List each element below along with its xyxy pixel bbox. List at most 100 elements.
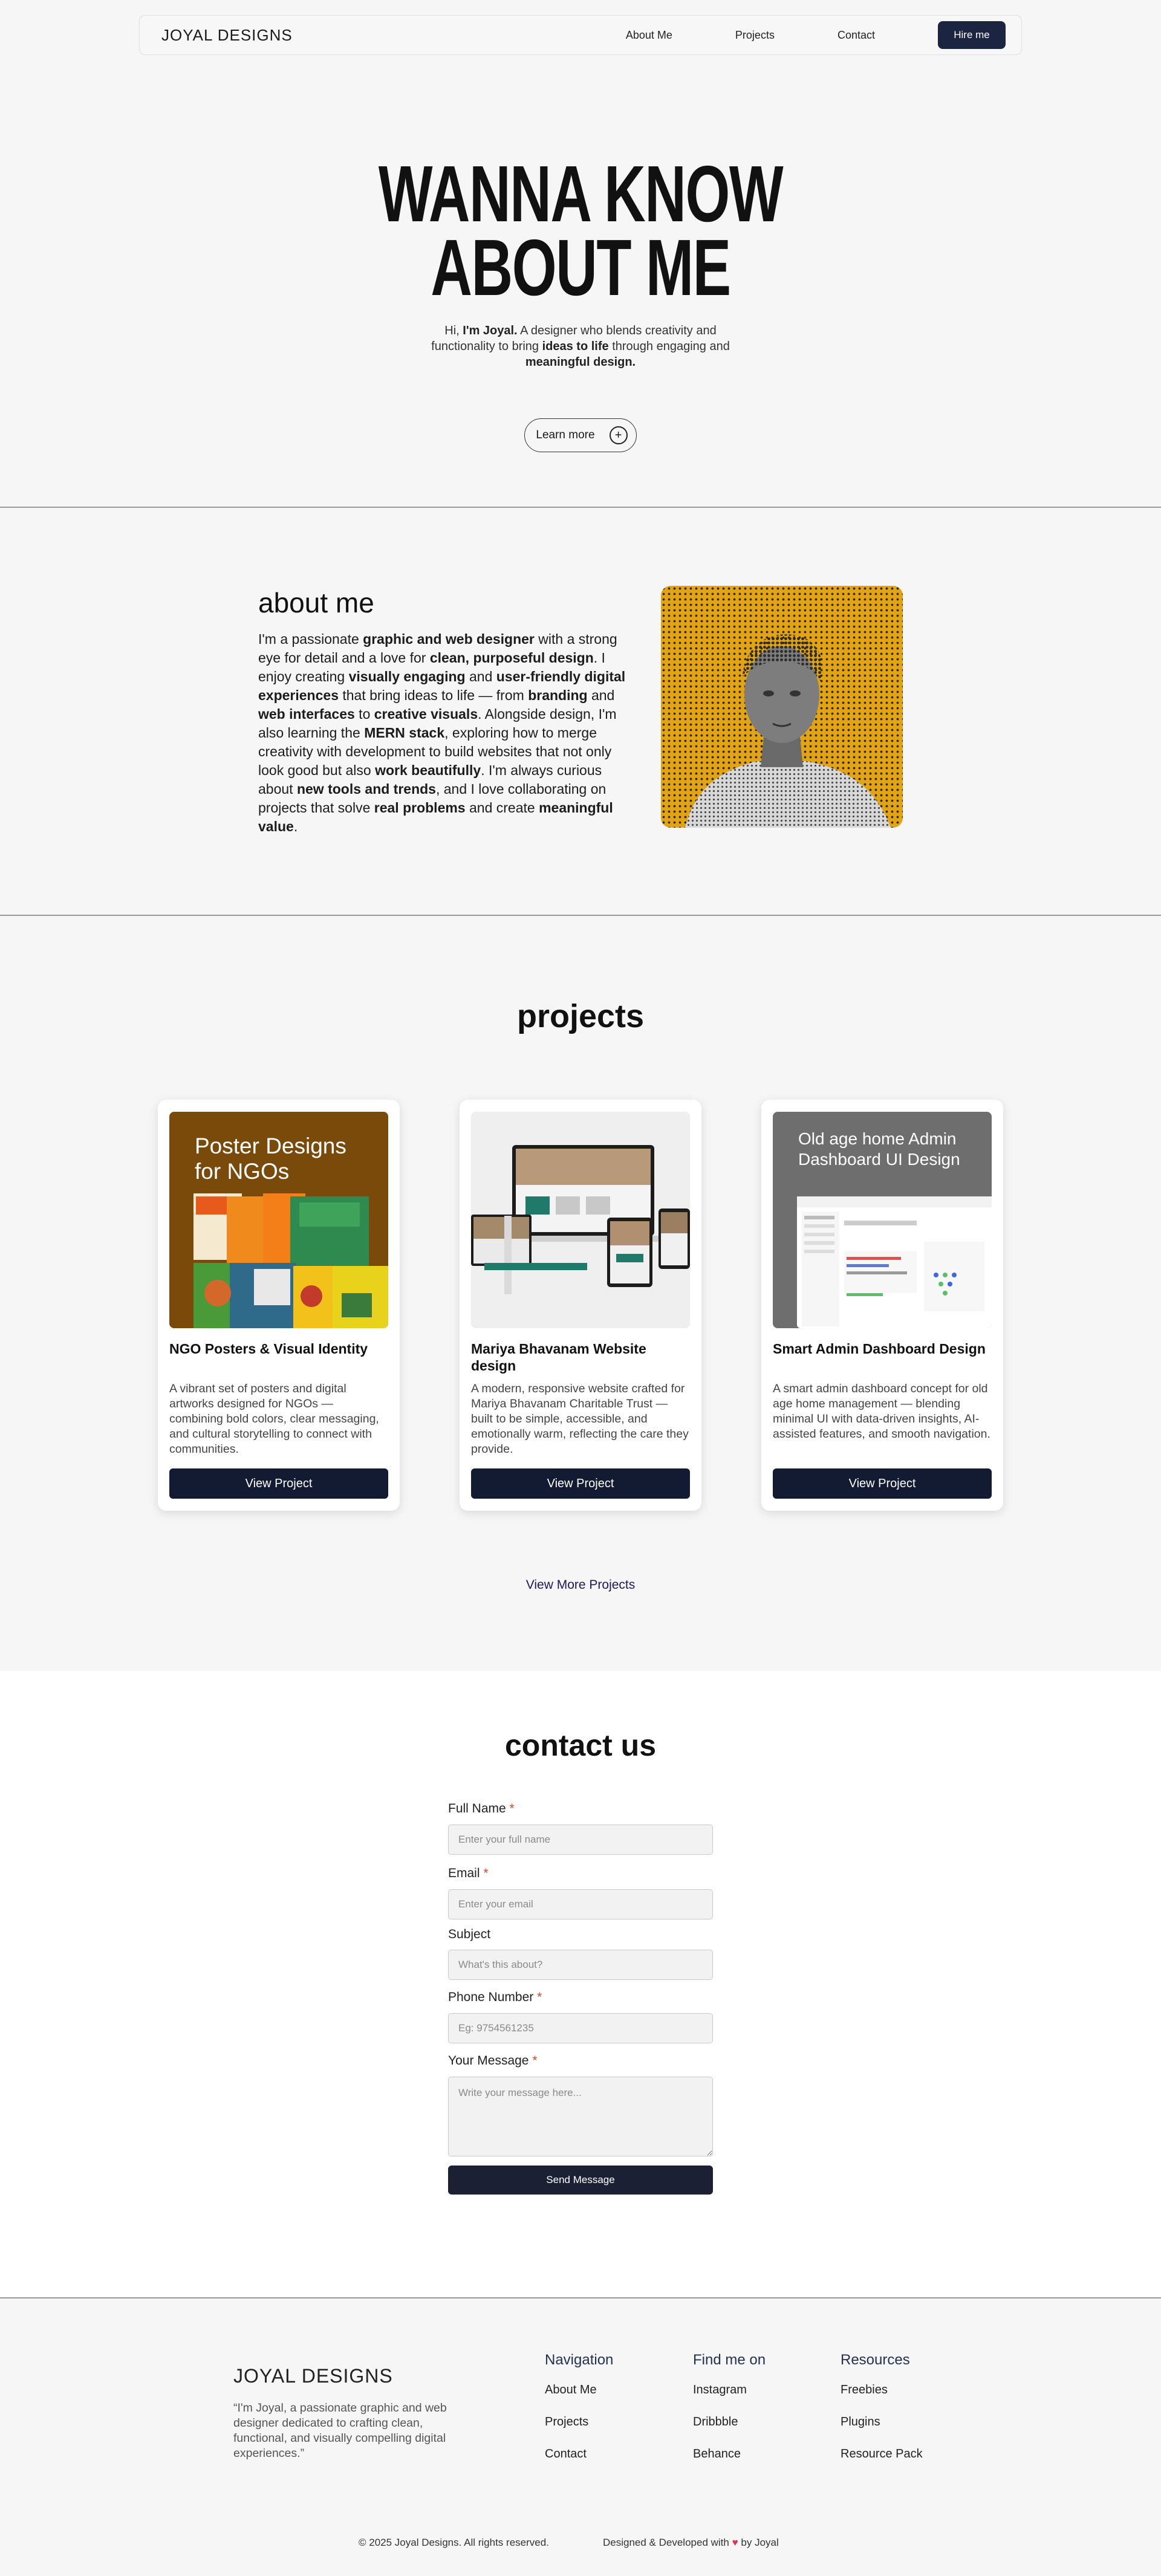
required-marker: * bbox=[509, 1802, 515, 1815]
footer-link-about[interactable]: About Me bbox=[545, 2383, 613, 2397]
project-thumbnail-website bbox=[471, 1112, 690, 1328]
footer-link-resource-pack[interactable]: Resource Pack bbox=[841, 2447, 923, 2461]
project-card: Mariya Bhavanam Website design A modern,… bbox=[460, 1100, 701, 1511]
subject-label: Subject bbox=[448, 1927, 490, 1942]
message-textarea[interactable] bbox=[448, 2077, 713, 2156]
view-project-button[interactable]: View Project bbox=[471, 1468, 690, 1499]
hero-title: WANNA KNOW ABOUT ME bbox=[163, 149, 998, 308]
top-navbar: JOYAL DESIGNS About Me Projects Contact … bbox=[139, 15, 1022, 55]
device-mockup-graphic bbox=[471, 1145, 690, 1294]
credit-pre: Designed & Developed with bbox=[603, 2537, 732, 2548]
learn-more-label: Learn more bbox=[536, 429, 595, 441]
label-text: Your Message bbox=[448, 2054, 529, 2068]
section-divider bbox=[0, 915, 1161, 916]
poster-collage-graphic bbox=[194, 1193, 388, 1328]
footer-link-plugins[interactable]: Plugins bbox=[841, 2415, 923, 2429]
message-label: Your Message * bbox=[448, 2054, 538, 2068]
about-highlight: web interfaces bbox=[258, 706, 355, 722]
project-title: NGO Posters & Visual Identity bbox=[169, 1341, 368, 1357]
about-highlight: branding bbox=[528, 687, 588, 703]
about-highlight: graphic and web designer bbox=[363, 631, 535, 647]
send-message-button[interactable]: Send Message bbox=[448, 2166, 713, 2195]
footer-link-dribbble[interactable]: Dribbble bbox=[693, 2415, 766, 2429]
required-marker: * bbox=[537, 1990, 542, 2004]
hero-sub-text: functionality to bring bbox=[431, 340, 542, 353]
footer-brand: JOYAL DESIGNS bbox=[233, 2365, 393, 2387]
label-text: Email bbox=[448, 1866, 480, 1880]
credit-post: by Joyal bbox=[738, 2537, 779, 2548]
profile-portrait-graphic bbox=[685, 634, 891, 828]
about-text-segment: . bbox=[293, 819, 298, 834]
about-highlight: creative visuals bbox=[374, 706, 478, 722]
hero-sub-text: A designer who blends creativity and bbox=[517, 324, 717, 337]
hero-subtitle: Hi, I'm Joyal. A designer who blends cre… bbox=[0, 323, 1161, 370]
hero-sub-text: Hi, bbox=[444, 324, 463, 337]
about-text-segment: and create bbox=[465, 800, 539, 816]
footer-link-freebies[interactable]: Freebies bbox=[841, 2383, 923, 2397]
about-highlight: visually engaging bbox=[348, 669, 466, 684]
required-marker: * bbox=[483, 1866, 489, 1880]
dashboard-mockup-graphic bbox=[797, 1196, 992, 1328]
brand-logo[interactable]: JOYAL DESIGNS bbox=[161, 26, 293, 45]
phone-label: Phone Number * bbox=[448, 1990, 542, 2005]
footer-link-behance[interactable]: Behance bbox=[693, 2447, 766, 2461]
email-label: Email * bbox=[448, 1866, 489, 1881]
subject-input[interactable] bbox=[448, 1950, 713, 1980]
section-divider bbox=[0, 507, 1161, 508]
footer-resources: Resources Freebies Plugins Resource Pack bbox=[841, 2352, 923, 2479]
learn-more-button[interactable]: Learn more + bbox=[524, 418, 637, 452]
hero-sub-bold: ideas to life bbox=[542, 340, 609, 353]
about-text-segment: I'm a passionate bbox=[258, 631, 363, 647]
contact-section bbox=[0, 1671, 1161, 2297]
copyright-text: © 2025 Joyal Designs. All rights reserve… bbox=[359, 2537, 549, 2548]
footer-social: Find me on Instagram Dribbble Behance bbox=[693, 2352, 766, 2479]
footer-link-contact[interactable]: Contact bbox=[545, 2447, 613, 2461]
email-input[interactable] bbox=[448, 1889, 713, 1919]
project-thumbnail-dashboard: Old age home Admin Dashboard UI Design bbox=[773, 1112, 992, 1328]
hire-me-button[interactable]: Hire me bbox=[938, 21, 1006, 49]
profile-photo bbox=[661, 586, 903, 828]
full-name-input[interactable] bbox=[448, 1825, 713, 1855]
full-name-label: Full Name * bbox=[448, 1802, 515, 1816]
project-title: Smart Admin Dashboard Design bbox=[773, 1341, 986, 1357]
project-card: Poster Designs for NGOs NGO Posters & Vi… bbox=[158, 1100, 400, 1511]
hero-sub-text: through engaging and bbox=[608, 340, 730, 353]
section-divider bbox=[0, 2297, 1161, 2299]
hero-sub-bold: meaningful design. bbox=[525, 355, 636, 369]
credit-text: Designed & Developed with ♥ by Joyal bbox=[603, 2537, 779, 2549]
label-text: Full Name bbox=[448, 1802, 506, 1815]
required-marker: * bbox=[532, 2054, 538, 2068]
project-title: Mariya Bhavanam Website design bbox=[471, 1341, 646, 1374]
hero-section: WANNA KNOW ABOUT ME Hi, I'm Joyal. A des… bbox=[0, 149, 1161, 452]
project-description: A smart admin dashboard concept for old … bbox=[773, 1382, 990, 1441]
phone-input[interactable] bbox=[448, 2013, 713, 2043]
footer-link-projects[interactable]: Projects bbox=[545, 2415, 613, 2429]
about-title: about me bbox=[258, 587, 374, 618]
about-highlight: MERN stack bbox=[364, 725, 445, 741]
about-paragraph: I'm a passionate graphic and web designe… bbox=[258, 630, 633, 836]
project-card: Old age home Admin Dashboard UI Design S… bbox=[761, 1100, 1003, 1511]
about-text-segment: that bring ideas to life — from bbox=[338, 687, 528, 703]
about-highlight: work beautifully bbox=[375, 762, 481, 778]
heart-icon: ♥ bbox=[732, 2537, 738, 2548]
projects-title: projects bbox=[516, 998, 645, 1034]
about-text-segment: and bbox=[587, 687, 615, 703]
project-description: A modern, responsive website crafted for… bbox=[471, 1382, 689, 1456]
nav-link-about[interactable]: About Me bbox=[626, 29, 672, 42]
about-text-segment: and bbox=[465, 669, 496, 684]
view-project-button[interactable]: View Project bbox=[169, 1468, 388, 1499]
hero-title-line1: WANNA KNOW bbox=[378, 149, 784, 238]
footer-heading: Resources bbox=[841, 2352, 910, 2368]
footer-link-instagram[interactable]: Instagram bbox=[693, 2383, 766, 2397]
plus-circle-icon: + bbox=[609, 426, 628, 444]
view-project-button[interactable]: View Project bbox=[773, 1468, 992, 1499]
label-text: Subject bbox=[448, 1927, 491, 1941]
nav-link-projects[interactable]: Projects bbox=[735, 29, 775, 42]
view-more-projects-link[interactable]: View More Projects bbox=[0, 1578, 1161, 1592]
about-highlight: real problems bbox=[374, 800, 466, 816]
project-thumbnail-ngo: Poster Designs for NGOs bbox=[169, 1112, 388, 1328]
footer-heading: Navigation bbox=[545, 2352, 614, 2368]
label-text: Phone Number bbox=[448, 1990, 534, 2004]
hero-sub-name: I'm Joyal. bbox=[463, 324, 518, 337]
nav-link-contact[interactable]: Contact bbox=[837, 29, 875, 42]
